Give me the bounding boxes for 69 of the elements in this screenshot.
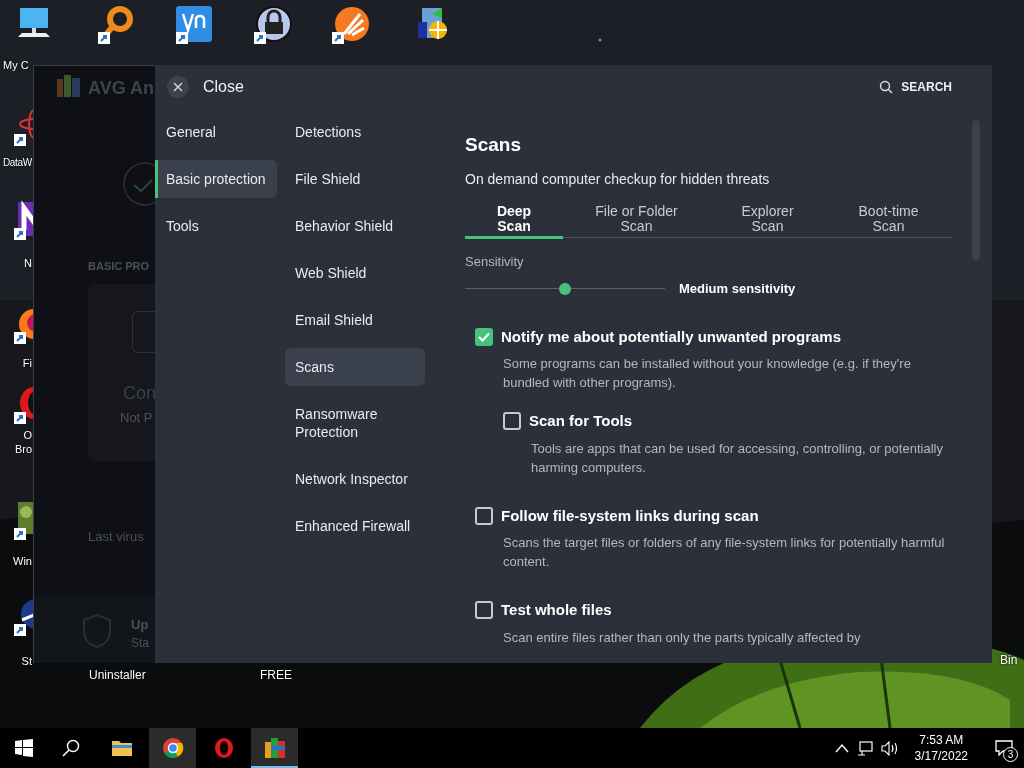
close-icon bbox=[173, 82, 183, 92]
network-icon[interactable] bbox=[856, 740, 873, 756]
nav-item[interactable]: Tools bbox=[155, 207, 277, 245]
scan-tab[interactable]: Explorer Scan bbox=[710, 204, 825, 239]
volume-icon[interactable] bbox=[880, 740, 899, 756]
taskbar-app-button[interactable] bbox=[251, 728, 298, 768]
icon-label[interactable]: Fi bbox=[1, 356, 32, 370]
close-button[interactable] bbox=[167, 76, 189, 98]
slider-value: Medium sensitivity bbox=[679, 279, 796, 298]
nav-item[interactable]: Enhanced Firewall bbox=[285, 507, 425, 545]
notification-button[interactable]: 3 bbox=[984, 728, 1024, 768]
icon-label[interactable]: Win bbox=[1, 554, 32, 568]
nav-item[interactable]: File Shield bbox=[285, 160, 425, 198]
icon-label[interactable]: FREE bbox=[260, 668, 292, 682]
checkbox[interactable] bbox=[503, 412, 521, 431]
nav-item[interactable]: Network Inspector bbox=[285, 460, 425, 498]
nav-item[interactable]: Ransomware Protection bbox=[285, 395, 425, 451]
chrome-icon bbox=[160, 736, 185, 760]
page-subtitle: On demand computer checkup for hidden threats bbox=[465, 170, 771, 189]
option-label: Notify me about potentially unwanted programs bbox=[501, 326, 842, 347]
scan-tab[interactable]: File or Folder Scan bbox=[563, 204, 710, 239]
option-description: Scan entire files rather than only the parts typically affected by bbox=[503, 628, 862, 647]
scan-tab[interactable]: Deep Scan bbox=[465, 204, 563, 239]
nav-item[interactable]: Behavior Shield bbox=[285, 207, 425, 245]
nav-item[interactable]: Basic protection bbox=[155, 160, 277, 198]
search-icon bbox=[879, 80, 894, 94]
icon-label[interactable]: Uninstaller bbox=[89, 668, 146, 682]
taskbar-app-button[interactable] bbox=[149, 728, 196, 768]
icon-label[interactable]: St bbox=[1, 654, 32, 668]
clock-date[interactable]: 3/17/2022 bbox=[914, 748, 968, 764]
windows-logo-icon bbox=[14, 739, 33, 757]
shield-icon bbox=[82, 613, 112, 649]
update-detail: Sta bbox=[131, 635, 149, 652]
icon-label[interactable]: My C bbox=[3, 58, 29, 72]
nav-item[interactable]: General bbox=[155, 113, 277, 151]
last-scan-text: Last virus bbox=[88, 528, 144, 546]
close-link[interactable]: Close bbox=[203, 75, 244, 99]
icon-label[interactable]: DataW bbox=[1, 156, 32, 170]
checkbox[interactable] bbox=[475, 506, 493, 525]
scan-tab[interactable]: Boot-time Scan bbox=[825, 204, 952, 239]
status-detail: Not P bbox=[120, 409, 153, 427]
nav-item[interactable]: Detections bbox=[285, 113, 425, 151]
field-label: Sensitivity bbox=[465, 253, 525, 271]
icon-label[interactable]: N bbox=[1, 256, 32, 270]
update-title: Up bbox=[131, 616, 149, 634]
checkbox[interactable] bbox=[475, 327, 493, 346]
logo-icon bbox=[57, 75, 81, 99]
option-description: Tools are apps that can be used for accessing, controlling, or potentially harming computers. bbox=[531, 439, 944, 477]
section-heading: BASIC PRO bbox=[88, 259, 150, 274]
option-label: Follow file-system links during scan bbox=[501, 505, 759, 526]
search-icon bbox=[61, 739, 80, 757]
option-label: Scan for Tools bbox=[529, 411, 633, 431]
chevron-up-icon[interactable] bbox=[834, 743, 849, 753]
option-description: Some programs can be installed without your knowledge (e.g. if they're bundled with other programs). bbox=[503, 355, 912, 392]
page-title: Scans bbox=[465, 133, 522, 157]
option-label: Test whole files bbox=[501, 600, 612, 620]
nav-item[interactable]: Email Shield bbox=[285, 301, 425, 339]
notification-count: 3 bbox=[1003, 747, 1018, 762]
checkbox[interactable] bbox=[475, 601, 493, 620]
nav-item[interactable]: Web Shield bbox=[285, 254, 425, 292]
nav-item[interactable]: Scans bbox=[285, 348, 425, 386]
message-icon bbox=[995, 740, 1013, 756]
search-button[interactable]: SEARCH bbox=[879, 78, 952, 96]
clock-time[interactable]: 7:53 AM bbox=[919, 732, 964, 748]
option-description: Scans the target files or folders of any file-system links for potentially harmful content. bbox=[503, 534, 946, 571]
icon-label[interactable]: Bin bbox=[1000, 653, 1018, 667]
avg-icon bbox=[262, 736, 287, 760]
icon-label[interactable]: O Bro bbox=[1, 428, 32, 456]
slider-thumb[interactable] bbox=[559, 282, 571, 295]
